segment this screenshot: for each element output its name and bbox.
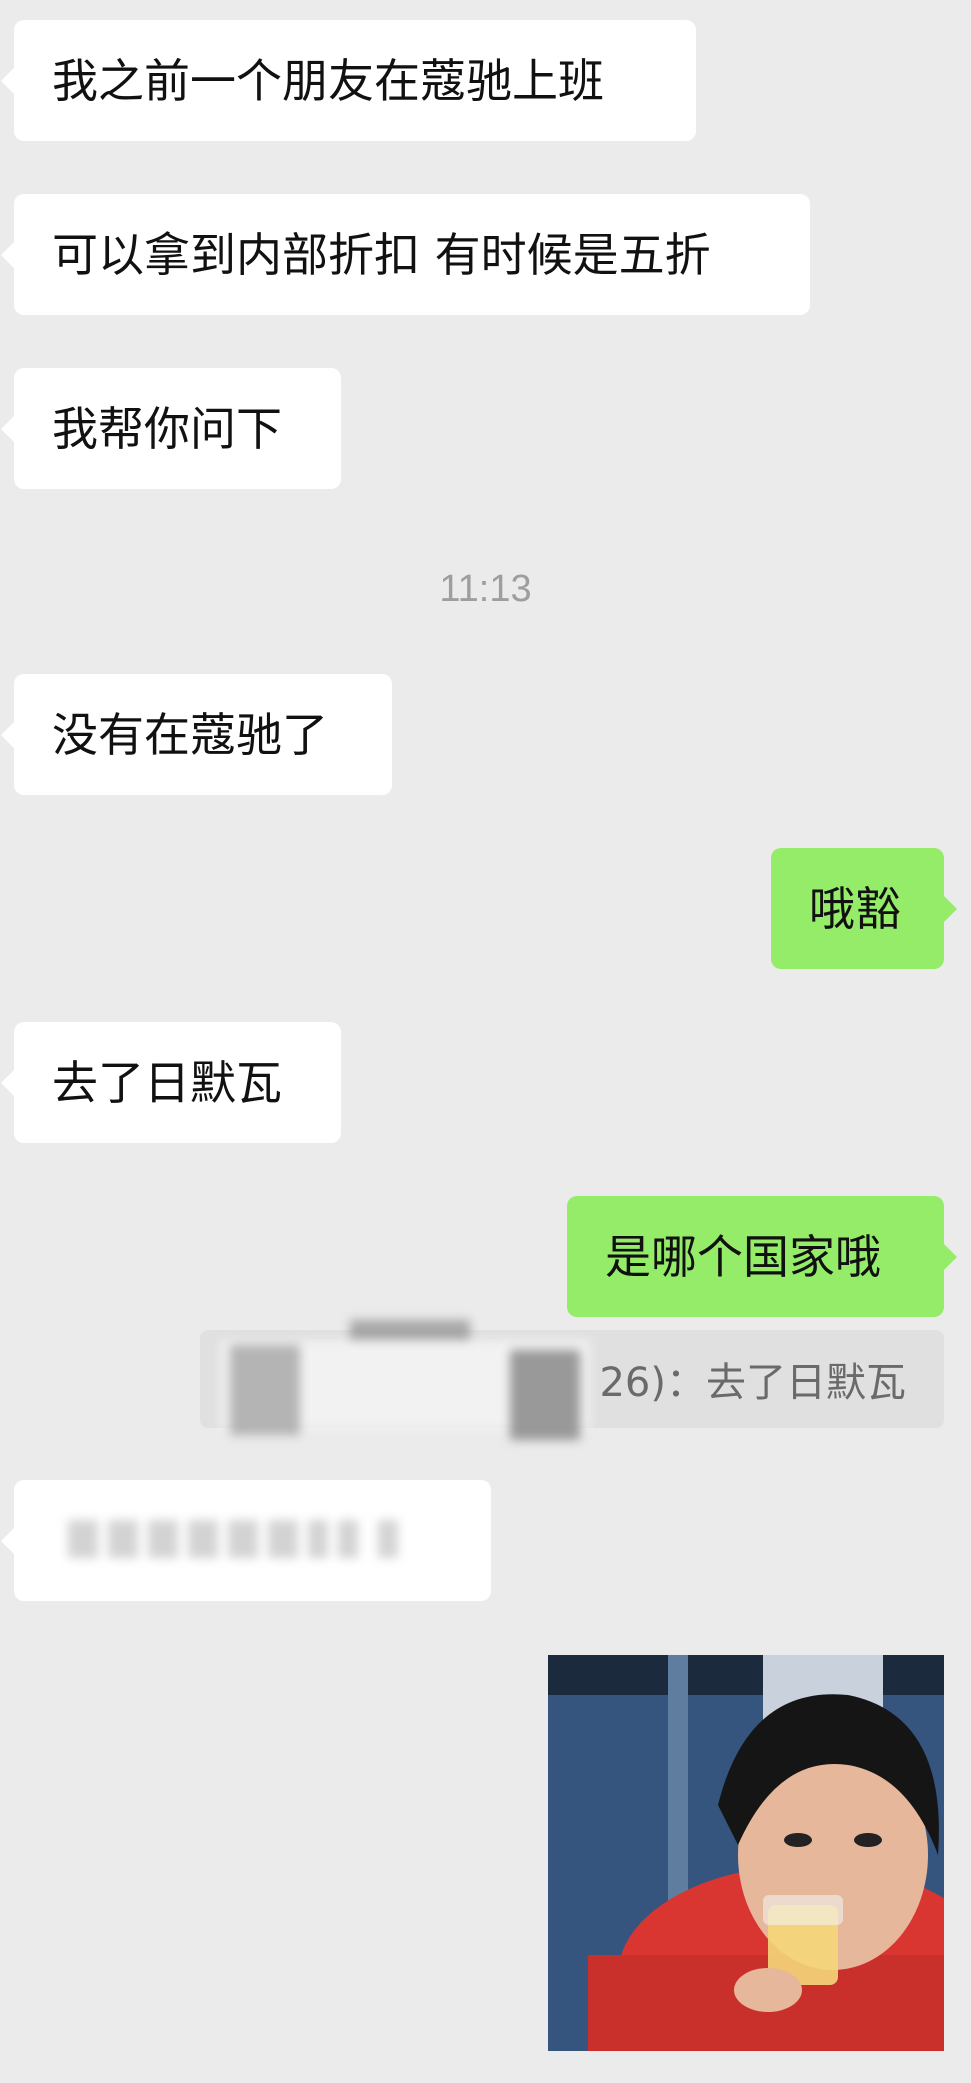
message-text: 去了日默瓦 [52, 1055, 282, 1110]
quoted-reply-text: 26)：去了日默瓦 [599, 1360, 906, 1406]
message-bubble-incoming[interactable]: 可以拿到内部折扣 有时候是五折 [1, 194, 810, 315]
message-text: 我之前一个朋友在蔻驰上班 [52, 53, 604, 108]
redaction-scribble [210, 1300, 610, 1460]
bubble-tail [1, 67, 14, 94]
message-bubble-outgoing[interactable]: 哦豁 [771, 848, 957, 969]
timestamp: 11:13 [439, 568, 532, 610]
sticker-photo[interactable] [548, 1655, 944, 2051]
photo-woman-drinking-icon [548, 1655, 944, 2051]
bubble-tail [1, 721, 14, 748]
bubble-tail [1, 241, 14, 268]
bubble-tail [944, 1243, 957, 1270]
message-text: 我帮你问下 [52, 401, 282, 456]
bubble-tail [1, 415, 14, 442]
message-bubble-incoming[interactable]: 没有在蔻驰了 [1, 674, 392, 795]
message-text: 哦豁 [809, 881, 901, 936]
message-bubble-outgoing[interactable]: 是哪个国家哦 [567, 1196, 957, 1317]
message-bubble-incoming[interactable]: 我帮你问下 [1, 368, 341, 489]
message-text: 是哪个国家哦 [605, 1229, 881, 1284]
message-text: 可以拿到内部折扣 有时候是五折 [52, 227, 711, 282]
message-bubble-incoming[interactable]: 我之前一个朋友在蔻驰上班 [1, 20, 696, 141]
bubble-tail [944, 895, 957, 922]
bubble-tail [1, 1527, 14, 1554]
bubble-tail [1, 1069, 14, 1096]
message-text: 没有在蔻驰了 [52, 707, 328, 762]
redaction-scribble [60, 1508, 460, 1568]
message-bubble-incoming[interactable]: 去了日默瓦 [1, 1022, 341, 1143]
